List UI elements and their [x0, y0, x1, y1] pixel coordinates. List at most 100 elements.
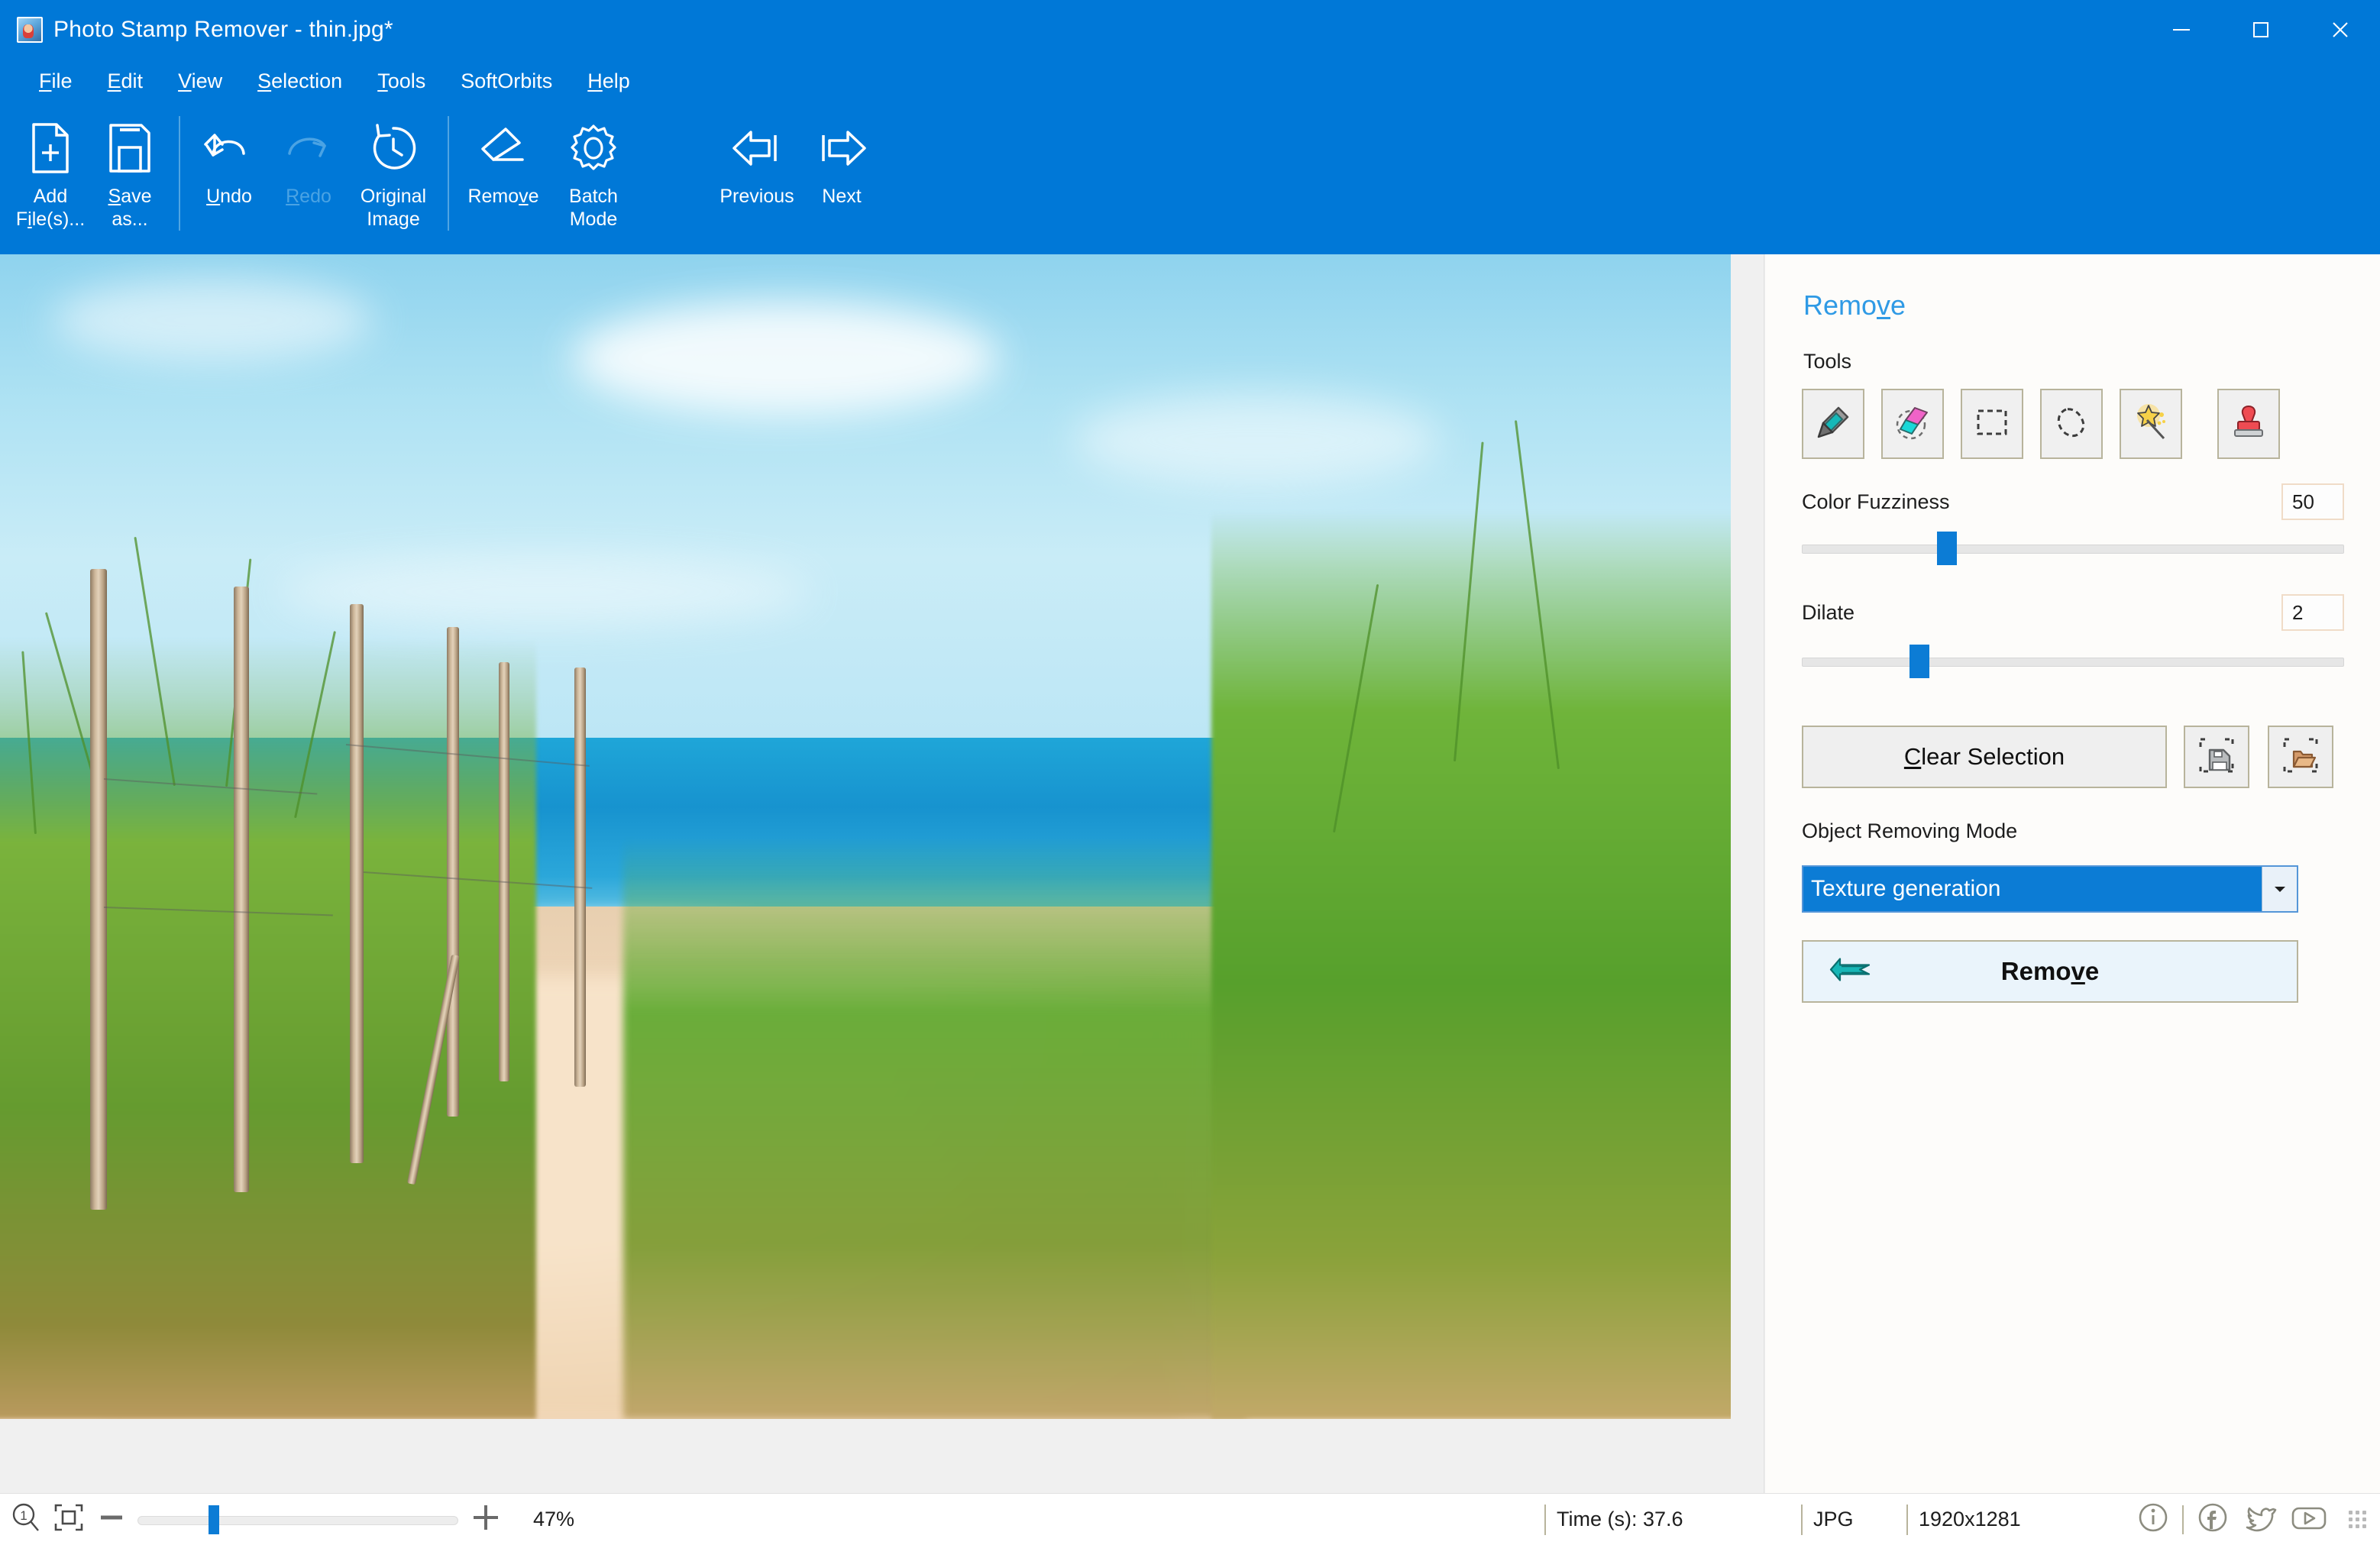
- clear-selection-button[interactable]: Clear Selection: [1802, 726, 2167, 788]
- zoom-slider-track: [137, 1515, 458, 1525]
- menu-item-help[interactable]: Help: [570, 65, 648, 98]
- menu-bar: File Edit View Selection Tools SoftOrbit…: [0, 60, 2380, 102]
- object-removing-mode-value: Texture generation: [1803, 867, 2262, 911]
- open-selection-button[interactable]: [2268, 726, 2333, 788]
- eraser-tool-button[interactable]: [1881, 389, 1944, 459]
- previous-label: Previous: [719, 186, 794, 207]
- original-image-label: Original Image: [360, 186, 427, 230]
- redo-button: Redo: [269, 102, 348, 244]
- save-selection-button[interactable]: [2184, 726, 2249, 788]
- close-icon[interactable]: [2301, 0, 2380, 60]
- maximize-icon[interactable]: [2221, 0, 2301, 60]
- eraser-icon: [1892, 402, 1933, 447]
- rectangle-select-tool-button[interactable]: [1961, 389, 2023, 459]
- panel-title[interactable]: Remove: [1803, 289, 1906, 322]
- zoom-slider-thumb[interactable]: [208, 1505, 219, 1534]
- chevron-down-icon[interactable]: [2262, 867, 2297, 911]
- toolbar-separator-2: [448, 116, 449, 231]
- format-status: JPG: [1801, 1505, 1854, 1535]
- cloud-shape: [51, 277, 373, 362]
- slider-thumb[interactable]: [1909, 645, 1930, 678]
- fence-post: [446, 627, 459, 1117]
- next-button[interactable]: Next: [802, 102, 881, 244]
- gear-icon: [567, 118, 620, 179]
- previous-button[interactable]: Previous: [712, 102, 802, 244]
- eraser-icon: [477, 118, 530, 179]
- lasso-icon: [2051, 402, 2092, 447]
- dimensions-status: 1920x1281: [1906, 1505, 2021, 1535]
- image-canvas-area[interactable]: [0, 254, 1764, 1493]
- social-links: [2136, 1501, 2366, 1538]
- open-selection-icon: [2281, 736, 2320, 778]
- menu-item-file[interactable]: File: [21, 65, 90, 98]
- batch-mode-button[interactable]: Batch Mode: [548, 102, 639, 244]
- stamp-tool-button[interactable]: [2217, 389, 2280, 459]
- object-removing-mode-label: Object Removing Mode: [1802, 819, 2018, 842]
- youtube-icon[interactable]: [2289, 1501, 2329, 1538]
- time-status: Time (s): 37.6: [1544, 1505, 1683, 1535]
- remove-side-panel: Remove Tools Color Fuzziness 50 Dilate 2…: [1764, 254, 2380, 1493]
- color-fuzziness-input[interactable]: 50: [2281, 483, 2344, 520]
- fit-to-window-icon[interactable]: [52, 1501, 86, 1537]
- resize-grip[interactable]: [2349, 1511, 2366, 1528]
- color-fuzziness-slider[interactable]: [1802, 532, 2344, 565]
- rectangle-select-icon: [1971, 402, 2013, 447]
- next-label: Next: [822, 186, 862, 207]
- menu-item-selection[interactable]: Selection: [240, 65, 360, 98]
- menu-item-tools[interactable]: Tools: [360, 65, 443, 98]
- remove-arrow-icon: [1825, 952, 1875, 991]
- slider-track: [1802, 545, 2344, 554]
- undo-button[interactable]: Undo: [189, 102, 269, 244]
- dilate-label: Dilate: [1802, 600, 1855, 624]
- status-divider: [2182, 1505, 2184, 1534]
- fence-post: [89, 568, 107, 1210]
- previous-arrow-icon: [728, 118, 786, 179]
- save-icon: [106, 118, 154, 179]
- color-fuzziness-row: Color Fuzziness 50: [1802, 483, 2344, 520]
- twitter-icon[interactable]: [2242, 1501, 2277, 1538]
- minimize-icon[interactable]: [2142, 0, 2221, 60]
- menu-item-softorbits[interactable]: SoftOrbits: [443, 65, 570, 98]
- application-window: Photo Stamp Remover - thin.jpg* File Edi…: [0, 0, 2380, 1545]
- toolbar-remove-label: Remove: [467, 186, 539, 207]
- add-files-label: Add File(s)...: [15, 186, 86, 230]
- save-as-button[interactable]: Save as...: [90, 102, 170, 244]
- cloud-shape: [571, 301, 999, 415]
- zoom-out-button[interactable]: [96, 1510, 127, 1529]
- add-files-button[interactable]: Add File(s)...: [11, 102, 90, 244]
- menu-item-view[interactable]: View: [160, 65, 240, 98]
- color-fuzziness-label: Color Fuzziness: [1802, 490, 1950, 513]
- photo-preview[interactable]: [0, 254, 1731, 1419]
- remove-action-button[interactable]: Remove: [1802, 940, 2298, 1003]
- menu-item-edit[interactable]: Edit: [90, 65, 161, 98]
- fence-post: [233, 586, 249, 1192]
- facebook-icon[interactable]: [2196, 1501, 2230, 1538]
- fence-post: [498, 661, 509, 1081]
- tools-section-label: Tools: [1803, 350, 1852, 373]
- window-controls: [2142, 0, 2380, 60]
- info-icon[interactable]: [2136, 1501, 2170, 1538]
- original-image-icon: [367, 118, 420, 179]
- status-bar: 1 47% Time (s): 37.6 JPG 1920x1281: [0, 1493, 2380, 1545]
- zoom-in-button[interactable]: [469, 1501, 503, 1538]
- lasso-select-tool-button[interactable]: [2040, 389, 2103, 459]
- main-toolbar: Add File(s)... Save as... Undo Redo Orig…: [0, 102, 2380, 254]
- fence-post: [349, 603, 364, 1163]
- photo-thumbnail-icon: [17, 17, 43, 43]
- original-image-button[interactable]: Original Image: [348, 102, 438, 244]
- slider-track: [1802, 658, 2344, 667]
- cloud-shape: [1072, 394, 1440, 486]
- dilate-input[interactable]: 2: [2281, 594, 2344, 631]
- zoom-slider[interactable]: [137, 1505, 458, 1534]
- object-removing-mode-select[interactable]: Texture generation: [1802, 865, 2298, 913]
- zoom-actual-size-icon[interactable]: 1: [11, 1501, 41, 1537]
- toolbar-remove-button[interactable]: Remove: [458, 102, 548, 244]
- next-arrow-icon: [813, 118, 871, 179]
- magic-wand-tool-button[interactable]: [2120, 389, 2182, 459]
- marker-icon: [1812, 402, 1854, 447]
- dilate-slider[interactable]: [1802, 645, 2344, 678]
- zoom-controls: 1 47%: [0, 1501, 574, 1538]
- slider-thumb[interactable]: [1936, 532, 1957, 565]
- title-bar: Photo Stamp Remover - thin.jpg*: [0, 0, 2380, 60]
- marker-tool-button[interactable]: [1802, 389, 1864, 459]
